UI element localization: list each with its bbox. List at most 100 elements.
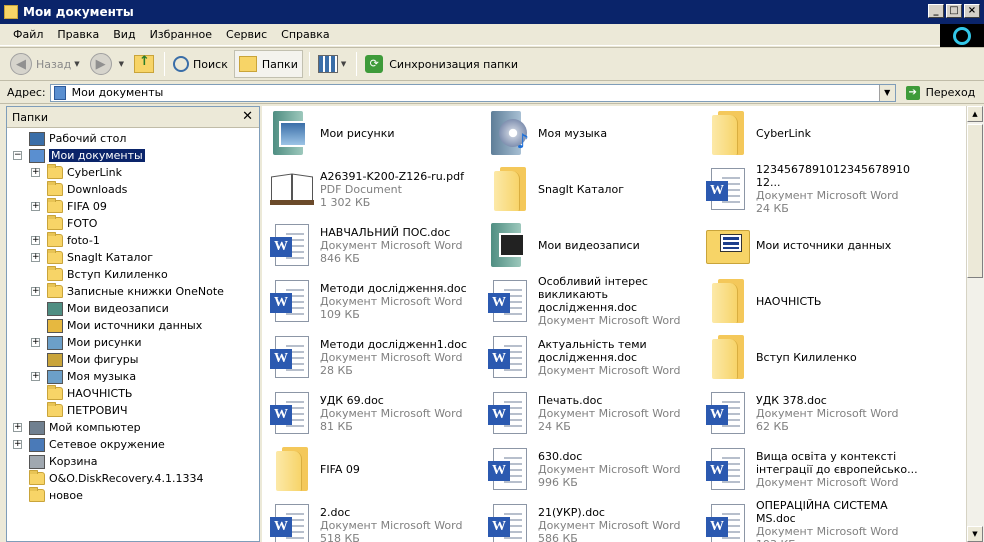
file-tile[interactable]: W Вища освіта у контексті інтеграції до єв… — [704, 442, 920, 496]
menu-view[interactable]: Вид — [106, 28, 142, 41]
file-tile[interactable]: W УДК 378.doc Документ Microsoft Word 62 КБ — [704, 386, 920, 440]
file-name: УДК 69.doc — [320, 393, 384, 407]
back-dropdown-icon[interactable]: ▼ — [74, 60, 79, 68]
maximize-button[interactable]: □ — [946, 4, 962, 18]
file-tile[interactable]: ♪ Моя музыка — [486, 106, 702, 160]
file-tile[interactable]: W 1234567891012345678910​12... Документ Mi… — [704, 162, 920, 216]
views-button[interactable]: ▼ — [314, 50, 350, 78]
file-type: Документ Microsoft Word — [538, 462, 681, 476]
sync-label: Синхронизация папки — [389, 57, 519, 71]
address-label: Адрес: — [7, 86, 46, 99]
tree-item[interactable]: Мои источники данных — [7, 317, 259, 334]
close-pane-icon[interactable]: ✕ — [242, 109, 253, 124]
address-dropdown-icon[interactable]: ▼ — [878, 84, 895, 101]
file-tile[interactable]: W Методи дослідженн1.doc Документ Microsof… — [268, 330, 484, 384]
forward-dropdown-icon[interactable]: ▼ — [119, 60, 124, 68]
tree-item[interactable]: FOTO — [7, 215, 259, 232]
tree-item-label: Вступ Килиленко — [67, 268, 168, 281]
file-tile[interactable]: SnagIt Каталог — [486, 162, 702, 216]
file-tile[interactable]: W 630.doc Документ Microsoft Word 996 КБ — [486, 442, 702, 496]
file-type: Документ Microsoft Word — [756, 475, 899, 489]
forward-button[interactable]: ▶ ▼ — [86, 50, 128, 78]
data-sources-icon — [706, 226, 750, 264]
address-input[interactable]: Мои документы ▼ — [49, 83, 896, 102]
file-tile[interactable]: W Печать.doc Документ Microsoft Word 24 КБ — [486, 386, 702, 440]
sync-button[interactable]: ⟳ Синхронизация папки — [361, 50, 522, 78]
expand-icon[interactable]: + — [31, 287, 40, 296]
file-tile[interactable]: W Актуальність теми дослідження.doc Докумен… — [486, 330, 702, 384]
tree-item[interactable]: новое — [7, 487, 259, 504]
expand-icon[interactable]: + — [31, 372, 40, 381]
tree-item[interactable]: Мои видеозаписи — [7, 300, 259, 317]
file-tile[interactable]: Мои источники данных — [704, 218, 920, 272]
tree-item[interactable]: Вступ Килиленко — [7, 266, 259, 283]
tree-item[interactable]: Рабочий стол — [7, 130, 259, 147]
file-tile[interactable]: Вступ Килиленко — [704, 330, 920, 384]
file-tile[interactable]: FIFA 09 — [268, 442, 484, 496]
scroll-thumb[interactable] — [967, 124, 983, 278]
tree-item[interactable]: + Мой компьютер — [7, 419, 259, 436]
file-tile[interactable]: A26391-K200-Z126-ru.pdf PDF Document 1 302… — [268, 162, 484, 216]
expand-icon[interactable]: + — [13, 440, 22, 449]
file-type: Документ Microsoft Word — [756, 406, 899, 420]
up-button[interactable]: ↑ — [130, 50, 158, 78]
pdf-book-icon — [270, 173, 314, 205]
tree-item[interactable]: + FIFA 09 — [7, 198, 259, 215]
tree-item[interactable]: НАОЧНІСТЬ — [7, 385, 259, 402]
file-size: 996 КБ — [538, 475, 578, 489]
file-tile[interactable]: CyberLink — [704, 106, 920, 160]
tree-item[interactable]: Мои фигуры — [7, 351, 259, 368]
file-tile[interactable]: W УДК 69.doc Документ Microsoft Word 81 КБ — [268, 386, 484, 440]
tree-item[interactable]: + Записные книжки OneNote — [7, 283, 259, 300]
minimize-button[interactable]: _ — [928, 4, 944, 18]
folder-icon — [712, 279, 744, 323]
file-tile[interactable]: W 2.doc Документ Microsoft Word 518 КБ — [268, 498, 484, 542]
tree-item[interactable]: + Сетевое окружение — [7, 436, 259, 453]
views-dropdown-icon[interactable]: ▼ — [341, 60, 346, 68]
expand-icon[interactable]: + — [13, 423, 22, 432]
tree-item[interactable]: ПЕТРОВИЧ — [7, 402, 259, 419]
menu-file[interactable]: Файл — [6, 28, 50, 41]
file-tile[interactable]: W Особливий інтерес викликають дослідження… — [486, 274, 702, 328]
scroll-down-icon[interactable]: ▼ — [967, 526, 983, 542]
expand-icon[interactable]: + — [31, 168, 40, 177]
tree-item[interactable]: + SnagIt Каталог — [7, 249, 259, 266]
title-bar[interactable]: Мои документы _ □ × — [0, 0, 984, 24]
scroll-up-icon[interactable]: ▲ — [967, 106, 983, 122]
tree-item[interactable]: + Моя музыка — [7, 368, 259, 385]
expand-icon[interactable]: + — [31, 338, 40, 347]
menu-help[interactable]: Справка — [274, 28, 336, 41]
expand-icon[interactable]: + — [31, 236, 40, 245]
expand-icon[interactable]: + — [31, 202, 40, 211]
file-tile[interactable]: W Методи дослідження.doc Документ Microsof… — [268, 274, 484, 328]
file-tile[interactable]: Мои видеозаписи — [486, 218, 702, 272]
collapse-icon[interactable]: − — [13, 151, 22, 160]
back-button[interactable]: ◀ Назад ▼ — [6, 50, 84, 78]
folder-icon — [47, 181, 63, 196]
menu-favorites[interactable]: Избранное — [143, 28, 219, 41]
file-type: Документ Microsoft Word — [756, 189, 899, 202]
tree-item[interactable]: + CyberLink — [7, 164, 259, 181]
expand-icon[interactable]: + — [31, 253, 40, 262]
menu-tools[interactable]: Сервис — [219, 28, 274, 41]
tree-item[interactable]: − Мои документы — [7, 147, 259, 164]
menu-edit[interactable]: Правка — [50, 28, 106, 41]
file-tile[interactable]: W 21(УКР).doc Документ Microsoft Word 586 К… — [486, 498, 702, 542]
file-tile[interactable]: W НАВЧАЛЬНИЙ ПОС.doc Документ Microsoft Wo… — [268, 218, 484, 272]
folders-button[interactable]: Папки — [233, 50, 303, 78]
word-doc-icon: W — [706, 392, 745, 434]
tree-item[interactable]: Корзина — [7, 453, 259, 470]
vertical-scrollbar[interactable]: ▲ ▼ — [966, 106, 984, 542]
search-button[interactable]: Поиск — [169, 50, 232, 78]
file-tile[interactable]: W ОПЕРАЦІЙНА СИСТЕМА MS.doc Документ Micro… — [704, 498, 920, 542]
tree-item[interactable]: O&O.DiskRecovery.4.1.1334 — [7, 470, 259, 487]
tree-item[interactable]: + foto-1 — [7, 232, 259, 249]
tree-item[interactable]: Downloads — [7, 181, 259, 198]
file-tile[interactable]: Мои рисунки — [268, 106, 484, 160]
close-button[interactable]: × — [964, 4, 980, 18]
tree-item[interactable]: + Мои рисунки — [7, 334, 259, 351]
file-tile[interactable]: НАОЧНІСТЬ — [704, 274, 920, 328]
go-button[interactable]: ➔ Переход — [905, 85, 975, 100]
file-type: Документ Microsoft Word — [538, 518, 681, 532]
windows-logo — [940, 24, 984, 48]
